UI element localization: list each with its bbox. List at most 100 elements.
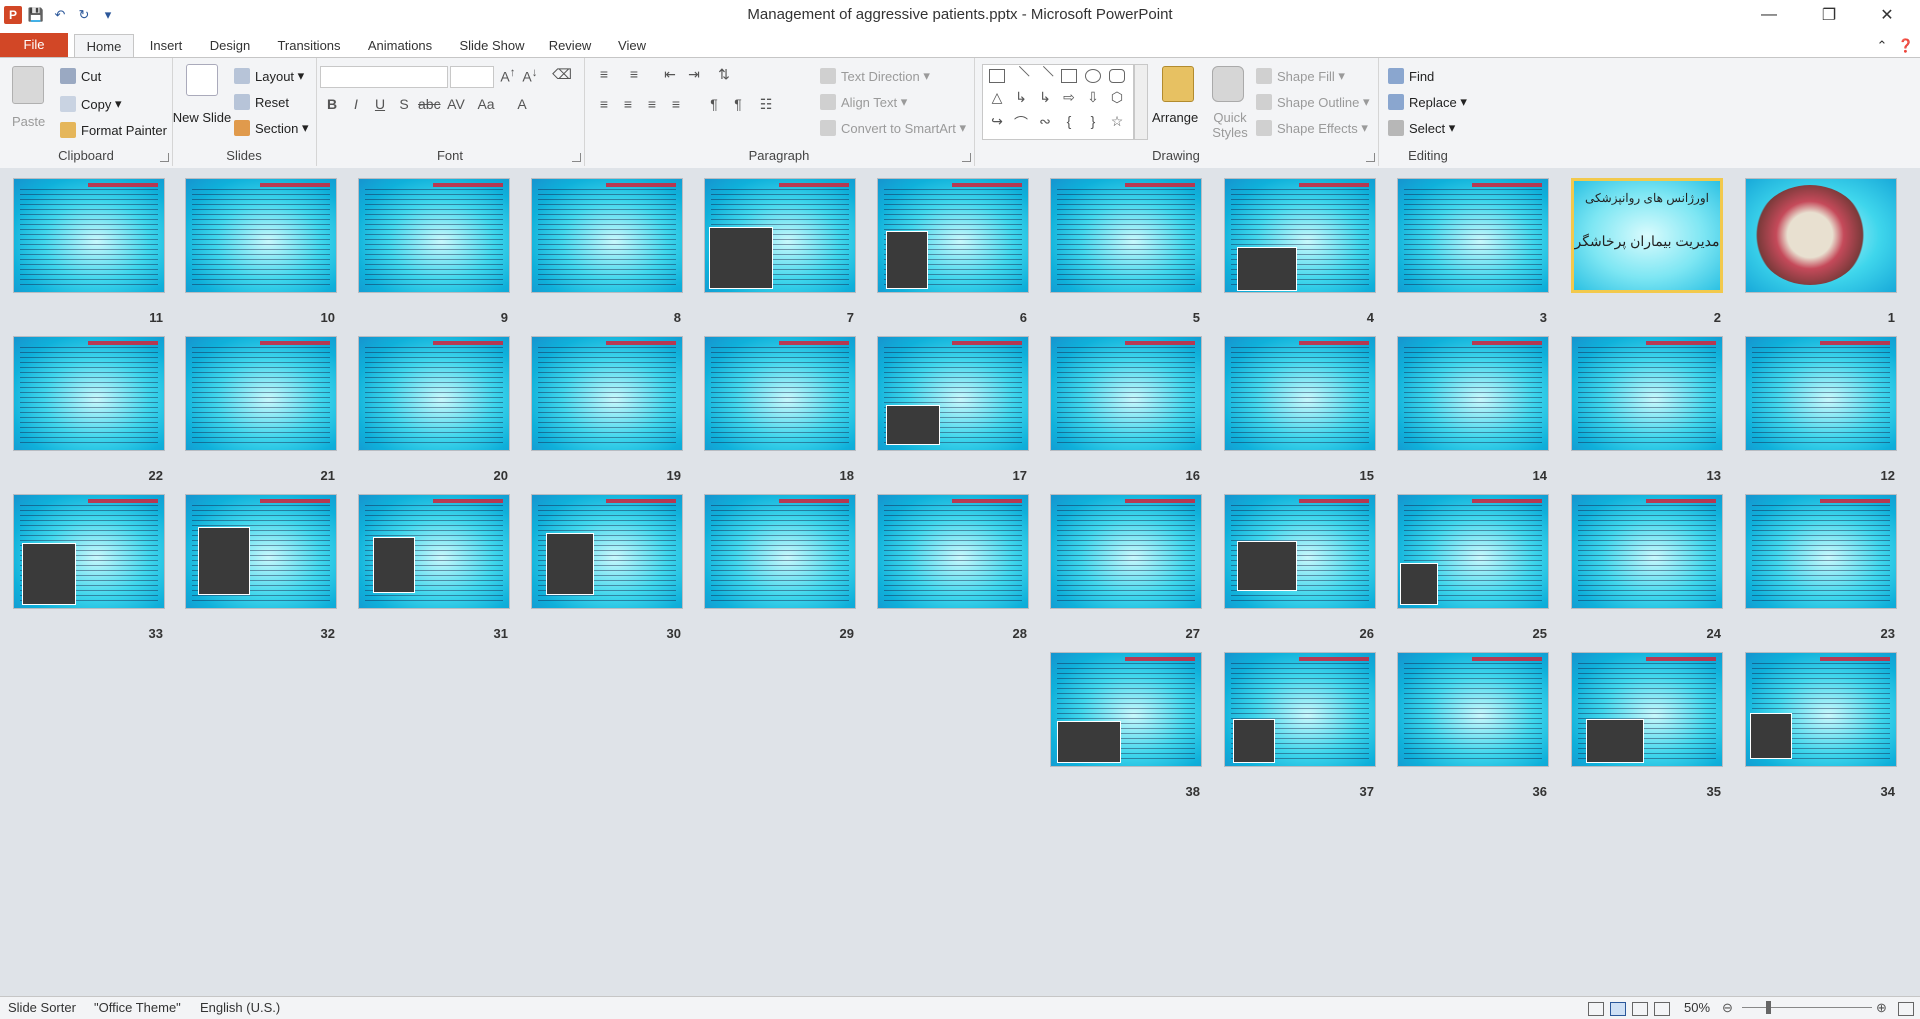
shadow-icon[interactable]: S [394,96,414,112]
replace-button[interactable]: Replace ▾ [1388,94,1467,110]
slide-thumbnail[interactable] [1745,336,1897,451]
minimize-ribbon-icon[interactable]: ⌃ [1872,34,1892,58]
right-brace-shape-icon[interactable]: } [1083,113,1103,129]
font-color-icon[interactable]: A [512,96,532,112]
slide-show-view-icon[interactable] [1654,1002,1670,1016]
italic-icon[interactable]: I [346,96,366,112]
select-button[interactable]: Select ▾ [1388,120,1455,136]
section-button[interactable]: Section ▾ [234,120,309,136]
slide-thumbnail[interactable] [358,336,510,451]
columns-icon[interactable]: ☷ [756,96,776,113]
slide-thumbnail[interactable] [704,494,856,609]
decrease-indent-icon[interactable]: ⇤ [660,66,680,83]
slide-thumbnail[interactable] [1397,336,1549,451]
slide-thumbnail[interactable] [358,494,510,609]
slide-thumbnail[interactable] [1397,652,1549,767]
oval-shape-icon[interactable] [1085,69,1101,83]
shape-fill-button[interactable]: Shape Fill ▾ [1256,68,1345,84]
slide-thumbnail[interactable] [13,494,165,609]
slide-thumbnail[interactable] [1571,652,1723,767]
zoom-level[interactable]: 50% [1684,1000,1710,1015]
slide-thumbnail[interactable] [185,336,337,451]
tab-transitions[interactable]: Transitions [270,34,348,58]
slide-thumbnail[interactable] [1050,652,1202,767]
normal-view-icon[interactable] [1588,1002,1604,1016]
slide-thumbnail[interactable] [877,178,1029,293]
zoom-in-icon[interactable]: ⊕ [1876,1000,1887,1016]
tab-design[interactable]: Design [204,34,256,58]
slide-thumbnail[interactable] [1397,178,1549,293]
shape-outline-button[interactable]: Shape Outline ▾ [1256,94,1370,110]
fit-to-window-icon[interactable] [1898,1002,1914,1016]
find-button[interactable]: Find [1388,68,1434,84]
right-arrow-shape-icon[interactable]: ⇨ [1059,89,1079,106]
align-left-icon[interactable]: ≡ [594,96,614,112]
slide-thumbnail[interactable] [1224,494,1376,609]
rtl-icon[interactable]: ¶ [704,96,724,112]
slide-thumbnail[interactable] [1224,336,1376,451]
language-indicator[interactable]: English (U.S.) [200,1000,280,1015]
slide-thumbnail[interactable] [358,178,510,293]
zoom-slider-track[interactable] [1742,1007,1872,1008]
paste-icon[interactable] [12,66,44,104]
flowchart-shape-icon[interactable]: ⬡ [1107,89,1127,106]
convert-smartart-button[interactable]: Convert to SmartArt ▾ [820,120,966,136]
numbering-icon[interactable]: ≡ [624,66,644,82]
grow-font-icon[interactable]: A↑ [498,66,518,85]
line-shape-icon[interactable] [1010,65,1030,86]
shapes-gallery-scroll[interactable] [1134,64,1148,140]
tab-slide-show[interactable]: Slide Show [452,34,532,58]
slide-thumbnail[interactable] [185,178,337,293]
text-direction-button[interactable]: Text Direction ▾ [820,68,930,84]
slide-thumbnail[interactable] [1745,494,1897,609]
connector-arrow-icon[interactable]: ↳ [1035,89,1055,106]
slide-thumbnail[interactable] [1224,178,1376,293]
font-name-combo[interactable] [320,66,448,88]
align-center-icon[interactable]: ≡ [618,96,638,112]
slide-thumbnail[interactable] [531,336,683,451]
new-slide-button[interactable]: New Slide [173,110,232,125]
elbow-connector-icon[interactable]: ↳ [1011,89,1031,106]
zoom-slider-thumb[interactable] [1766,1001,1771,1014]
slide-thumbnail[interactable] [531,178,683,293]
clear-formatting-icon[interactable]: ⌫ [552,66,572,83]
slide-thumbnail[interactable] [1050,336,1202,451]
align-text-button[interactable]: Align Text ▾ [820,94,907,110]
slide-thumbnail[interactable] [1745,652,1897,767]
tab-file[interactable]: File [0,33,68,58]
tab-home[interactable]: Home [74,34,134,59]
slide-thumbnail[interactable] [185,494,337,609]
strikethrough-icon[interactable]: abc [418,96,441,112]
change-case-icon[interactable]: Aa [476,96,496,112]
down-arrow-shape-icon[interactable]: ⇩ [1083,89,1103,106]
shrink-font-icon[interactable]: A↓ [520,66,540,85]
tab-review[interactable]: Review [544,34,596,58]
clipboard-launcher-icon[interactable] [160,153,169,162]
font-launcher-icon[interactable] [572,153,581,162]
underline-icon[interactable]: U [370,96,390,112]
tab-animations[interactable]: Animations [360,34,440,58]
shape-effects-button[interactable]: Shape Effects ▾ [1256,120,1368,136]
format-painter-button[interactable]: Format Painter [60,122,167,138]
tab-insert[interactable]: Insert [142,34,190,58]
character-spacing-icon[interactable]: AV [446,96,466,112]
quick-styles-button[interactable]: Quick Styles [1210,110,1250,140]
slide-thumbnail[interactable] [1397,494,1549,609]
curve-shape-icon[interactable]: ∾ [1035,113,1055,130]
paragraph-launcher-icon[interactable] [962,153,971,162]
reading-view-icon[interactable] [1632,1002,1648,1016]
left-brace-shape-icon[interactable]: { [1059,113,1079,129]
slide-thumbnail[interactable] [1571,494,1723,609]
reset-button[interactable]: Reset [234,94,289,110]
triangle-shape-icon[interactable]: △ [987,89,1007,106]
align-right-icon[interactable]: ≡ [642,96,662,112]
freeform-shape-icon[interactable]: ↪ [987,113,1007,130]
slide-thumbnail[interactable] [1745,178,1897,293]
zoom-out-icon[interactable]: ⊖ [1722,1000,1733,1016]
slide-thumbnail[interactable]: اورژانس های روانپزشکی مدیریت بیماران پرخا… [1571,178,1723,293]
restore-icon[interactable]: ❐ [1806,0,1852,30]
new-slide-icon[interactable] [186,64,218,96]
rectangle-shape-icon[interactable] [1061,69,1077,83]
slide-thumbnail[interactable] [531,494,683,609]
slide-thumbnail[interactable] [13,178,165,293]
